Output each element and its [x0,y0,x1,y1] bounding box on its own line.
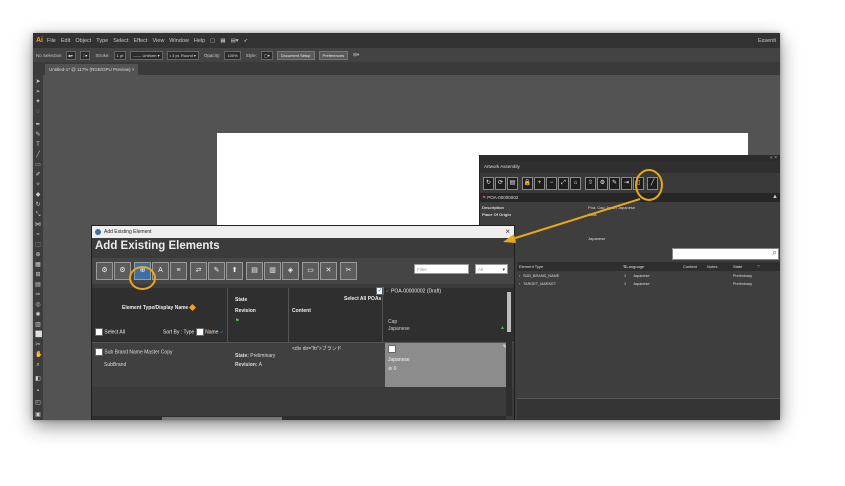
illustrator-window: Ai File Edit Object Type Select Effect V… [33,33,780,420]
arrow-line [508,198,641,241]
arrow-head [503,234,516,243]
annotation-arrow [503,198,641,243]
